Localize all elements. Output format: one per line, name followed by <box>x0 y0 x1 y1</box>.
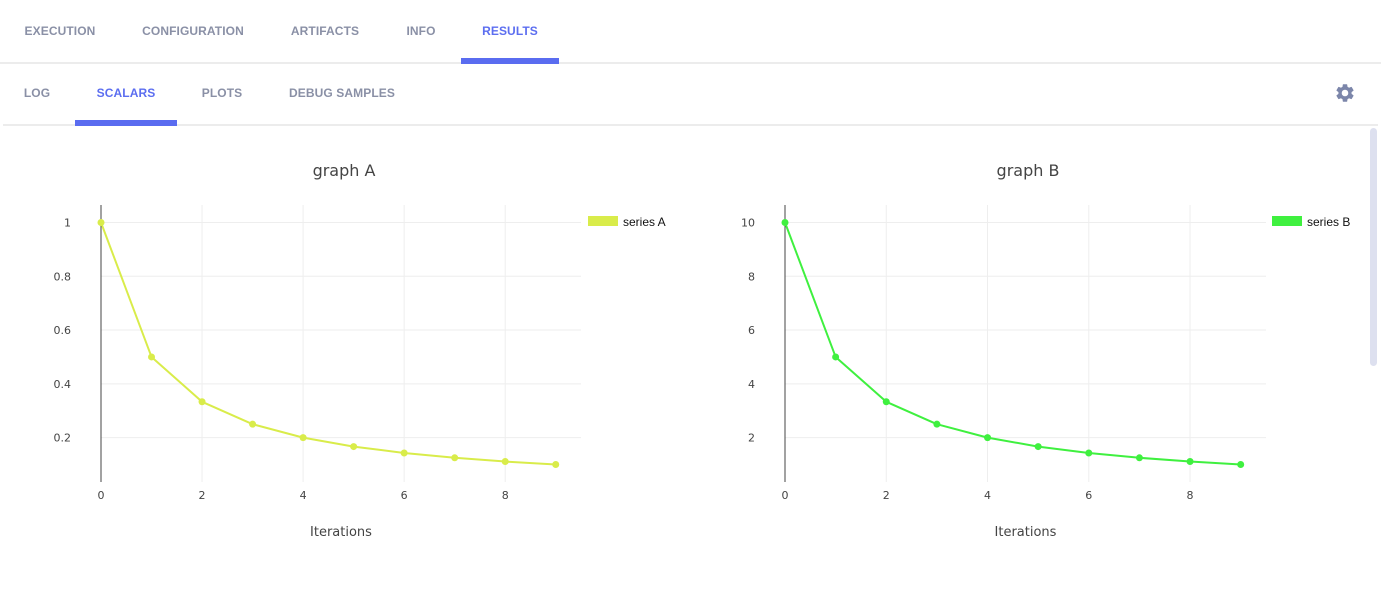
subtab-log[interactable]: LOG <box>11 62 63 124</box>
data-point <box>1186 458 1194 466</box>
data-point <box>249 420 257 428</box>
x-tick-label: 4 <box>300 489 307 502</box>
x-axis-label: Iterations <box>995 525 1057 540</box>
data-point <box>781 218 789 226</box>
legend-swatch <box>1272 216 1302 226</box>
x-axis-label: Iterations <box>310 525 372 540</box>
data-point <box>832 353 840 361</box>
x-tick-label: 8 <box>502 489 509 502</box>
x-tick-label: 0 <box>98 489 105 502</box>
data-point <box>933 420 941 428</box>
series-line <box>784 222 1241 466</box>
data-point <box>198 398 206 406</box>
chart-title: graph A <box>313 161 376 180</box>
y-tick-label: 0.8 <box>54 270 72 283</box>
data-point <box>984 434 992 442</box>
data-point <box>501 458 509 466</box>
x-tick-label: 6 <box>401 489 408 502</box>
x-tick-label: 0 <box>782 489 789 502</box>
data-point <box>1085 449 1093 457</box>
subtab-scalars[interactable]: SCALARS <box>75 62 177 126</box>
y-tick-label: 0.2 <box>54 432 72 445</box>
tab-configuration[interactable]: CONFIGURATION <box>132 0 254 62</box>
data-point <box>451 454 459 462</box>
tab-artifacts[interactable]: ARTIFACTS <box>280 0 370 62</box>
x-tick-label: 8 <box>1187 489 1194 502</box>
data-point <box>552 461 560 469</box>
tab-results[interactable]: RESULTS <box>461 0 559 64</box>
legend-label: series A <box>623 215 666 229</box>
data-point <box>1237 461 1245 469</box>
x-tick-label: 2 <box>199 489 206 502</box>
y-tick-label: 6 <box>748 324 755 337</box>
subtab-debug-samples[interactable]: DEBUG SAMPLES <box>277 62 407 124</box>
data-point <box>97 218 105 226</box>
data-point <box>1034 443 1042 451</box>
y-tick-label: 1 <box>64 216 71 229</box>
y-tick-label: 0.4 <box>54 378 72 391</box>
legend-label: series B <box>1307 215 1350 229</box>
series-line <box>100 222 556 466</box>
x-tick-label: 6 <box>1085 489 1092 502</box>
main-tabs: EXECUTION CONFIGURATION ARTIFACTS INFO R… <box>0 0 1381 64</box>
x-tick-label: 4 <box>984 489 991 502</box>
y-tick-label: 10 <box>741 216 755 229</box>
data-point <box>148 353 156 361</box>
tab-execution[interactable]: EXECUTION <box>14 0 106 62</box>
y-tick-label: 8 <box>748 270 755 283</box>
tab-info[interactable]: INFO <box>396 0 446 62</box>
y-tick-label: 4 <box>748 378 755 391</box>
chart-title: graph B <box>997 161 1060 180</box>
gear-icon[interactable] <box>1334 82 1356 104</box>
results-subtabs: LOG SCALARS PLOTS DEBUG SAMPLES <box>3 62 1378 126</box>
y-tick-label: 2 <box>748 432 755 445</box>
y-tick-label: 0.6 <box>54 324 72 337</box>
data-point <box>882 398 890 406</box>
data-point <box>299 434 307 442</box>
data-point <box>1135 454 1143 462</box>
subtab-plots[interactable]: PLOTS <box>189 62 255 124</box>
data-point <box>350 443 358 451</box>
data-point <box>400 449 408 457</box>
scalars-charts: 0 2 4 6 8 0.2 0.4 0.6 0.8 1 graph A Iterations serie… <box>54 161 1351 540</box>
legend-swatch <box>588 216 618 226</box>
x-tick-label: 2 <box>883 489 890 502</box>
